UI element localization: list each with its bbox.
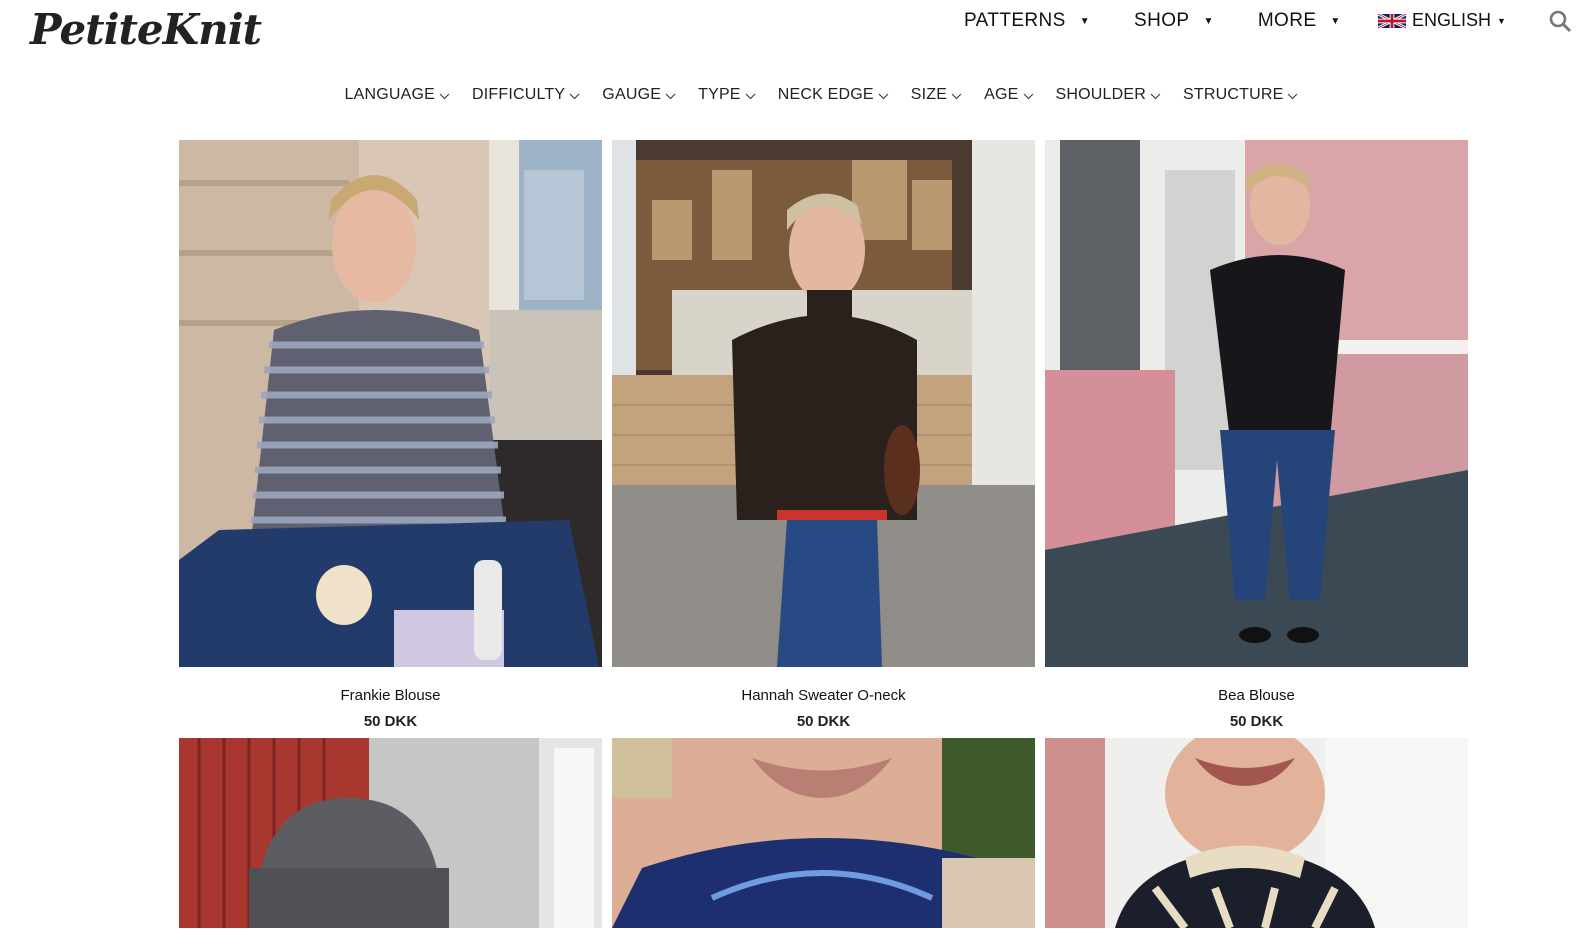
chevron-down-icon: [1150, 93, 1161, 100]
petiteknit-logo[interactable]: PetiteKnit: [30, 4, 262, 56]
filter-difficulty[interactable]: DIFFICULTY: [472, 86, 580, 104]
product-card[interactable]: [1045, 738, 1468, 928]
caret-down-icon: ▼: [1330, 15, 1341, 27]
chevron-down-icon: [1023, 93, 1033, 100]
filter-label: STRUCTURE: [1183, 86, 1284, 103]
filter-shoulder[interactable]: SHOULDER: [1056, 86, 1162, 104]
caret-down-icon: ▼: [1203, 15, 1214, 27]
filter-gauge[interactable]: GAUGE: [602, 86, 676, 104]
filter-neck-edge[interactable]: NECK EDGE: [778, 86, 889, 104]
product-photo[interactable]: [1045, 140, 1468, 667]
language-label: ENGLISH: [1412, 10, 1492, 30]
filter-label: NECK EDGE: [777, 86, 874, 103]
filter-label: SHOULDER: [1055, 86, 1147, 103]
filter-label: AGE: [984, 86, 1019, 103]
chevron-down-icon: [878, 93, 889, 100]
caret-down-icon: ▼: [1079, 15, 1091, 27]
product-grid: Frankie Blouse 50 DKK Hannah Sweater O-n…: [179, 140, 1468, 928]
chevron-down-icon: [439, 93, 450, 100]
search-icon[interactable]: [1548, 9, 1572, 33]
product-name[interactable]: Hannah Sweater O-neck: [741, 687, 905, 704]
main-nav: PATTERNS ▼ SHOP ▼ MORE ▼: [964, 8, 1385, 34]
filter-size[interactable]: SIZE: [911, 86, 962, 104]
filter-age[interactable]: AGE: [984, 86, 1033, 104]
filter-label: SIZE: [910, 86, 948, 103]
nav-patterns-label: PATTERNS: [964, 10, 1066, 31]
filter-label: GAUGE: [602, 86, 662, 103]
product-photo[interactable]: [612, 738, 1035, 928]
product-name[interactable]: Frankie Blouse: [340, 687, 440, 704]
chevron-down-icon: [665, 93, 676, 100]
chevron-down-icon: [569, 93, 580, 100]
uk-flag-icon: [1378, 12, 1406, 29]
product-photo[interactable]: [179, 140, 602, 667]
product-card[interactable]: Bea Blouse 50 DKK: [1045, 140, 1468, 730]
chevron-down-icon: [745, 93, 756, 100]
product-price: 50 DKK: [1229, 713, 1284, 730]
product-photo[interactable]: [179, 738, 602, 928]
product-card[interactable]: [179, 738, 602, 928]
filter-bar: LANGUAGE DIFFICULTY GAUGE TYPE NECK EDGE…: [0, 86, 1583, 104]
language-selector[interactable]: ENGLISH ▼: [1378, 10, 1506, 31]
filter-label: LANGUAGE: [344, 86, 436, 103]
filter-label: TYPE: [698, 86, 741, 103]
nav-more[interactable]: MORE ▼: [1258, 10, 1341, 32]
product-card[interactable]: [612, 738, 1035, 928]
filter-label: DIFFICULTY: [472, 86, 566, 103]
product-card[interactable]: Hannah Sweater O-neck 50 DKK: [612, 140, 1035, 730]
product-name[interactable]: Bea Blouse: [1218, 687, 1295, 704]
nav-more-label: MORE: [1257, 10, 1317, 31]
filter-type[interactable]: TYPE: [698, 86, 756, 104]
product-photo[interactable]: [1045, 738, 1468, 928]
product-price: 50 DKK: [796, 713, 851, 730]
product-photo[interactable]: [612, 140, 1035, 667]
chevron-down-icon: [1288, 93, 1298, 100]
chevron-down-icon: [951, 93, 962, 100]
filter-structure[interactable]: STRUCTURE: [1183, 86, 1298, 104]
nav-shop[interactable]: SHOP ▼: [1134, 10, 1214, 32]
filter-language[interactable]: LANGUAGE: [345, 86, 451, 104]
caret-down-icon: ▼: [1497, 15, 1506, 26]
nav-shop-label: SHOP: [1134, 10, 1190, 31]
product-price: 50 DKK: [363, 713, 418, 730]
product-card[interactable]: Frankie Blouse 50 DKK: [179, 140, 602, 730]
nav-patterns[interactable]: PATTERNS ▼: [964, 10, 1090, 32]
